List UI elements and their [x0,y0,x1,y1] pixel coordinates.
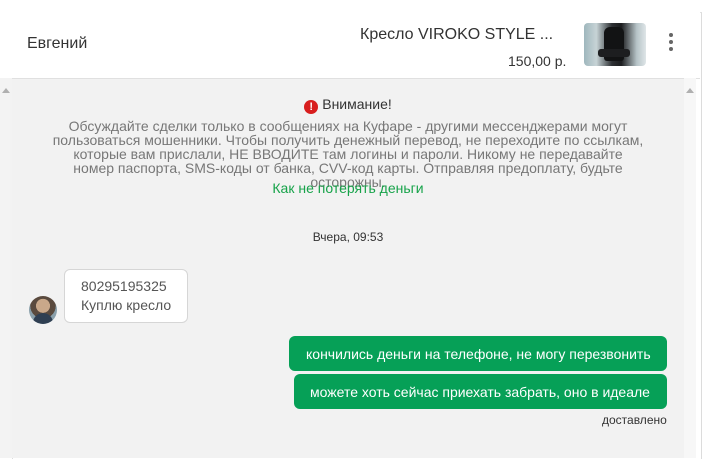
outgoing-message: кончились деньги на телефоне, не могу пе… [289,336,667,371]
outgoing-message: можете хоть сейчас приехать забрать, оно… [294,374,667,409]
safety-link[interactable]: Как не потерять деньги [12,180,684,196]
message-line: Куплю кресло [81,297,172,313]
right-scrollbar[interactable] [684,78,696,458]
exclamation-circle-icon: ! [304,100,319,114]
chat-messages-area[interactable]: ! Внимание! Обсуждайте сделки только в со… [12,79,684,458]
date-separator: Вчера, 09:53 [312,230,384,244]
kebab-menu-icon[interactable] [664,33,678,57]
scroll-up-arrow-icon[interactable] [2,88,10,93]
product-title[interactable]: Кресло VIROKO STYLE ... [360,26,553,44]
warning-text: Обсуждайте сделки только в сообщениях на… [52,118,644,190]
product-thumbnail[interactable] [584,23,646,66]
left-scrollbar[interactable] [0,78,12,458]
message-text: можете хоть сейчас приехать забрать, оно… [310,384,650,400]
seller-name[interactable]: Евгений [27,35,87,53]
warning-heading: ! Внимание! [12,96,684,114]
warning-title: Внимание! [322,96,392,112]
message-line: 80295195325 [81,278,167,294]
chat-header: Евгений Кресло VIROKO STYLE ... 150,00 р… [12,12,700,79]
delivery-status: доставлено [602,413,667,427]
product-price: 150,00 р. [508,53,567,69]
chair-seat-image [598,49,630,57]
seller-avatar[interactable] [29,296,57,324]
scroll-up-arrow-icon[interactable] [686,88,694,93]
message-text: кончились деньги на телефоне, не могу пе… [306,346,651,362]
incoming-message: 80295195325 Куплю кресло [64,269,188,323]
